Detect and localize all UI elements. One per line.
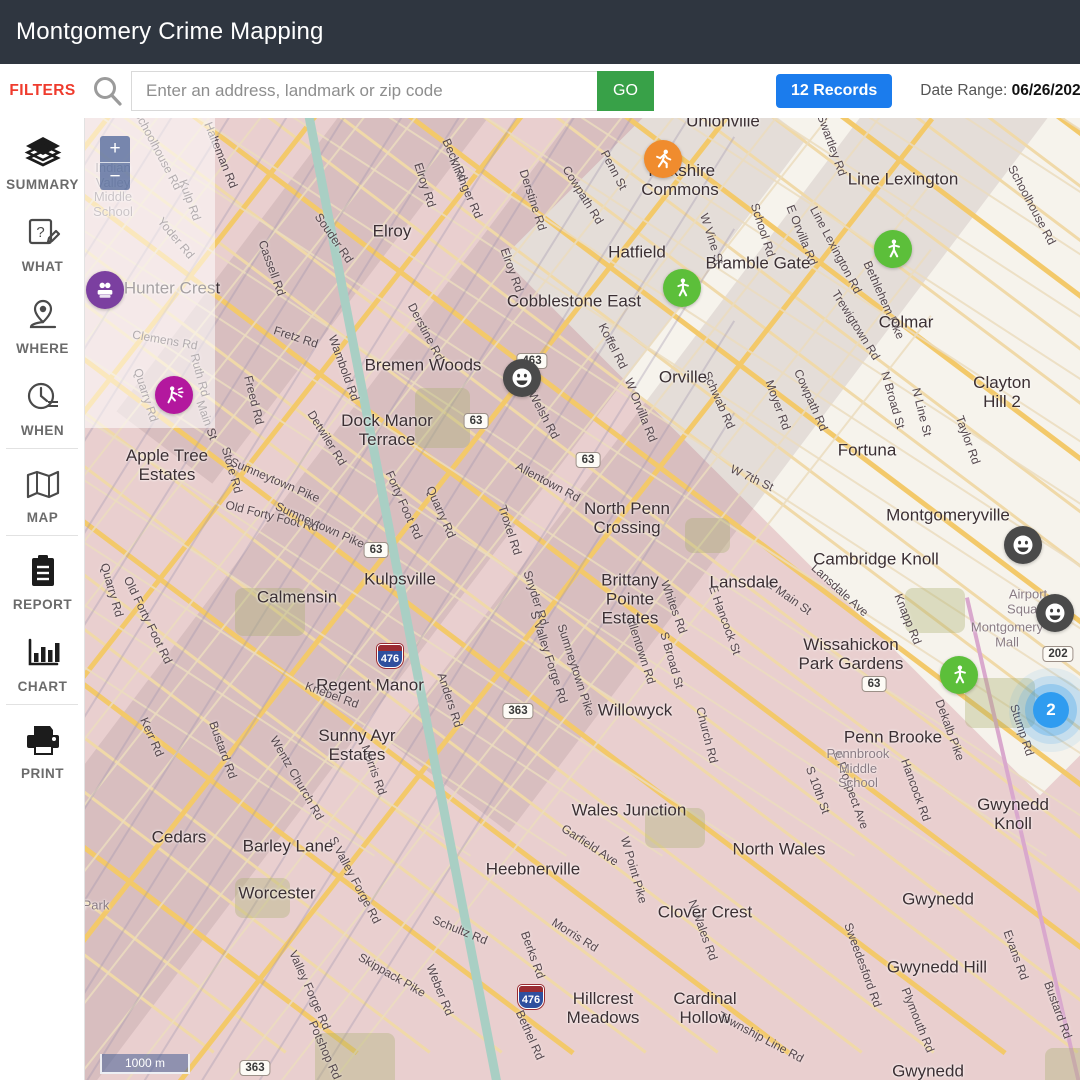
svg-text:?: ? — [36, 224, 44, 241]
park-area — [685, 518, 730, 553]
sidebar-label-summary: SUMMARY — [6, 177, 79, 192]
park-area — [965, 678, 1035, 728]
question-note-icon: ? — [24, 210, 62, 256]
zoom-in-button[interactable]: + — [100, 136, 130, 163]
sidebar-label-print: PRINT — [21, 766, 64, 781]
sidebar-item-where[interactable]: WHERE — [0, 282, 85, 364]
date-range-label: Date Range: — [920, 82, 1007, 99]
park-area — [315, 1033, 395, 1080]
park-area — [1045, 1048, 1080, 1080]
incident-marker-masked-face[interactable] — [503, 359, 541, 397]
sidebar-label-what: WHAT — [22, 259, 64, 274]
sidebar-item-print[interactable]: PRINT — [0, 707, 85, 789]
records-badge[interactable]: 12 Records — [776, 74, 892, 108]
app-header: Montgomery Crime Mapping — [0, 0, 1080, 64]
map-scale-bar: 1000 m — [100, 1054, 190, 1074]
incident-marker-walking-person[interactable] — [874, 230, 912, 268]
incident-marker-assault[interactable] — [155, 376, 193, 414]
sidebar-label-report: REPORT — [13, 597, 72, 612]
layers-icon — [23, 128, 63, 174]
search-icon[interactable] — [85, 68, 131, 114]
park-area — [415, 388, 470, 448]
crime-mapping-app: Montgomery Crime Mapping FILTERS GO 12 R… — [0, 0, 1080, 1080]
sidebar-divider-3 — [6, 704, 78, 705]
search-box: GO — [131, 71, 654, 111]
sidebar-item-what[interactable]: ? WHAT — [0, 200, 85, 282]
sidebar-item-map[interactable]: MAP — [0, 451, 85, 533]
incident-marker-masked-face[interactable] — [1004, 526, 1042, 564]
clock-icon — [24, 374, 62, 420]
clipboard-icon — [25, 548, 61, 594]
park-area — [235, 878, 290, 918]
date-range[interactable]: Date Range: 06/26/2024 — [920, 82, 1080, 100]
date-range-value: 06/26/2024 — [1012, 82, 1080, 99]
park-area — [235, 588, 305, 636]
incident-marker-vandalism[interactable] — [86, 271, 124, 309]
sidebar-label-when: WHEN — [21, 423, 64, 438]
incident-marker-running-person[interactable] — [644, 140, 682, 178]
sidebar-label-map: MAP — [27, 510, 59, 525]
sidebar-divider-1 — [6, 448, 78, 449]
incident-marker-walking-person[interactable] — [663, 269, 701, 307]
printer-icon — [23, 717, 63, 763]
left-sidebar: SUMMARY ? WHAT WHERE — [0, 118, 85, 1080]
bar-chart-icon — [24, 630, 62, 676]
go-button[interactable]: GO — [597, 71, 654, 111]
park-area — [645, 808, 705, 848]
toolbar-right: 12 Records Date Range: 06/26/2024 — [776, 74, 1080, 108]
search-input[interactable] — [131, 71, 597, 111]
sidebar-item-chart[interactable]: CHART — [0, 620, 85, 702]
search-area: GO — [85, 68, 654, 114]
filters-label[interactable]: FILTERS — [0, 82, 85, 100]
map-viewport[interactable]: Schoolhouse RdHalteman RdKulp RdYoder Rd… — [85, 118, 1080, 1080]
sidebar-label-chart: CHART — [18, 679, 68, 694]
map-zoom-controls: + − — [100, 136, 130, 190]
incident-marker-masked-face[interactable] — [1036, 594, 1074, 632]
location-pin-icon — [24, 292, 62, 338]
search-toolbar: FILTERS GO 12 Records Date Range: 06/26/… — [0, 64, 1080, 118]
sidebar-label-where: WHERE — [16, 341, 69, 356]
sidebar-divider-2 — [6, 535, 78, 536]
map-canvas[interactable]: Schoolhouse RdHalteman RdKulp RdYoder Rd… — [85, 118, 1080, 1080]
sidebar-item-report[interactable]: REPORT — [0, 538, 85, 620]
zoom-out-button[interactable]: − — [100, 163, 130, 190]
sidebar-item-summary[interactable]: SUMMARY — [0, 118, 85, 200]
sidebar-item-when[interactable]: WHEN — [0, 364, 85, 446]
incident-marker-walking-person[interactable] — [940, 656, 978, 694]
page-title: Montgomery Crime Mapping — [16, 18, 324, 46]
map-icon — [23, 461, 63, 507]
park-area — [905, 588, 965, 633]
marker-cluster[interactable]: 2 — [1033, 692, 1069, 728]
